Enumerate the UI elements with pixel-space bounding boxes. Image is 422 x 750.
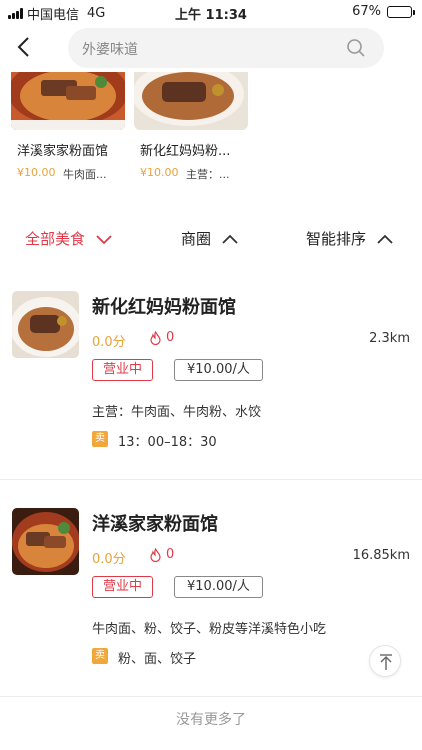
shop-image <box>12 291 79 358</box>
recommended-card[interactable]: 洋溪家家粉面馆 ¥10.00 牛肉面... <box>11 72 125 181</box>
filter-category[interactable]: 全部美食 <box>25 228 113 249</box>
filter-sort[interactable]: 智能排序 <box>306 228 394 249</box>
filter-sort-label: 智能排序 <box>306 230 367 248</box>
recommended-name: 新化红妈妈粉... <box>140 144 231 159</box>
chevron-up-icon <box>222 234 238 244</box>
filter-bar: 全部美食 商圈 智能排序 <box>0 228 422 254</box>
back-to-top-button[interactable] <box>369 645 401 677</box>
popularity-count: 0 <box>166 547 175 562</box>
price-per-person: ¥10.00/人 <box>174 359 263 381</box>
recommended-price: ¥10.00 <box>140 166 179 179</box>
filter-area[interactable]: 商圈 <box>181 228 239 249</box>
shop-distance: 2.3km <box>369 331 410 346</box>
shop-main-dishes: 主营：牛肉面、牛肉粉、水饺 <box>92 405 262 420</box>
recommended-card[interactable]: 新化红妈妈粉... ¥10.00 主营：... <box>134 72 248 181</box>
status-bar: 中国电信 4G 上午 11:34 67% <box>0 0 422 24</box>
shop-score: 0.0分 <box>92 335 126 350</box>
shop-hours: 13：00–18：30 <box>118 435 217 450</box>
search-placeholder: 外婆味道 <box>82 42 138 58</box>
shop-list-item[interactable]: 新化红妈妈粉面馆 0.0分 0 2.3km 营业中 ¥10.00/人 主营：牛肉… <box>0 291 422 461</box>
popularity-count: 0 <box>166 330 175 345</box>
shop-popularity: 0 <box>150 330 174 345</box>
divider <box>0 696 422 697</box>
shop-hours: 粉、面、饺子 <box>118 652 197 667</box>
shop-score: 0.0分 <box>92 552 126 567</box>
shop-distance: 16.85km <box>352 548 410 563</box>
top-nav: 外婆味道 <box>0 26 422 70</box>
recommended-name: 洋溪家家粉面馆 <box>17 144 109 159</box>
recommended-price: ¥10.00 <box>17 166 56 179</box>
status-badge: 营业中 <box>92 576 154 598</box>
shop-thumbnail <box>11 72 125 130</box>
price-per-person: ¥10.00/人 <box>174 576 263 598</box>
filter-area-label: 商圈 <box>181 230 212 248</box>
search-input[interactable]: 外婆味道 <box>68 28 384 68</box>
back-arrow-icon[interactable] <box>10 32 40 62</box>
shop-list-item[interactable]: 洋溪家家粉面馆 0.0分 0 16.85km 营业中 ¥10.00/人 牛肉面、… <box>0 508 422 678</box>
chevron-down-icon <box>96 234 112 244</box>
filter-category-label: 全部美食 <box>25 230 86 248</box>
battery-icon <box>387 5 415 18</box>
status-badge: 营业中 <box>92 359 154 381</box>
recommended-desc: 主营：... <box>186 168 230 181</box>
shop-main-dishes: 牛肉面、粉、饺子、粉皮等洋溪特色小吃 <box>92 622 327 637</box>
shop-name: 新化红妈妈粉面馆 <box>92 297 236 318</box>
search-icon[interactable] <box>346 38 366 58</box>
flame-icon <box>150 547 161 562</box>
arrow-up-icon <box>380 654 392 670</box>
divider <box>0 479 422 480</box>
chevron-up-icon <box>377 234 393 244</box>
flame-icon <box>150 330 161 345</box>
shop-popularity: 0 <box>150 547 174 562</box>
no-more-text: 没有更多了 <box>176 712 246 728</box>
recommended-shops: 洋溪家家粉面馆 ¥10.00 牛肉面... 新化红妈妈粉... ¥10.00 主… <box>0 72 422 192</box>
battery-percent: 67% <box>352 4 381 19</box>
takeout-badge: 卖 <box>92 431 108 447</box>
takeout-badge: 卖 <box>92 648 108 664</box>
shop-thumbnail <box>134 72 248 130</box>
shop-image <box>12 508 79 575</box>
shop-name: 洋溪家家粉面馆 <box>92 514 218 535</box>
recommended-desc: 牛肉面... <box>63 168 107 181</box>
